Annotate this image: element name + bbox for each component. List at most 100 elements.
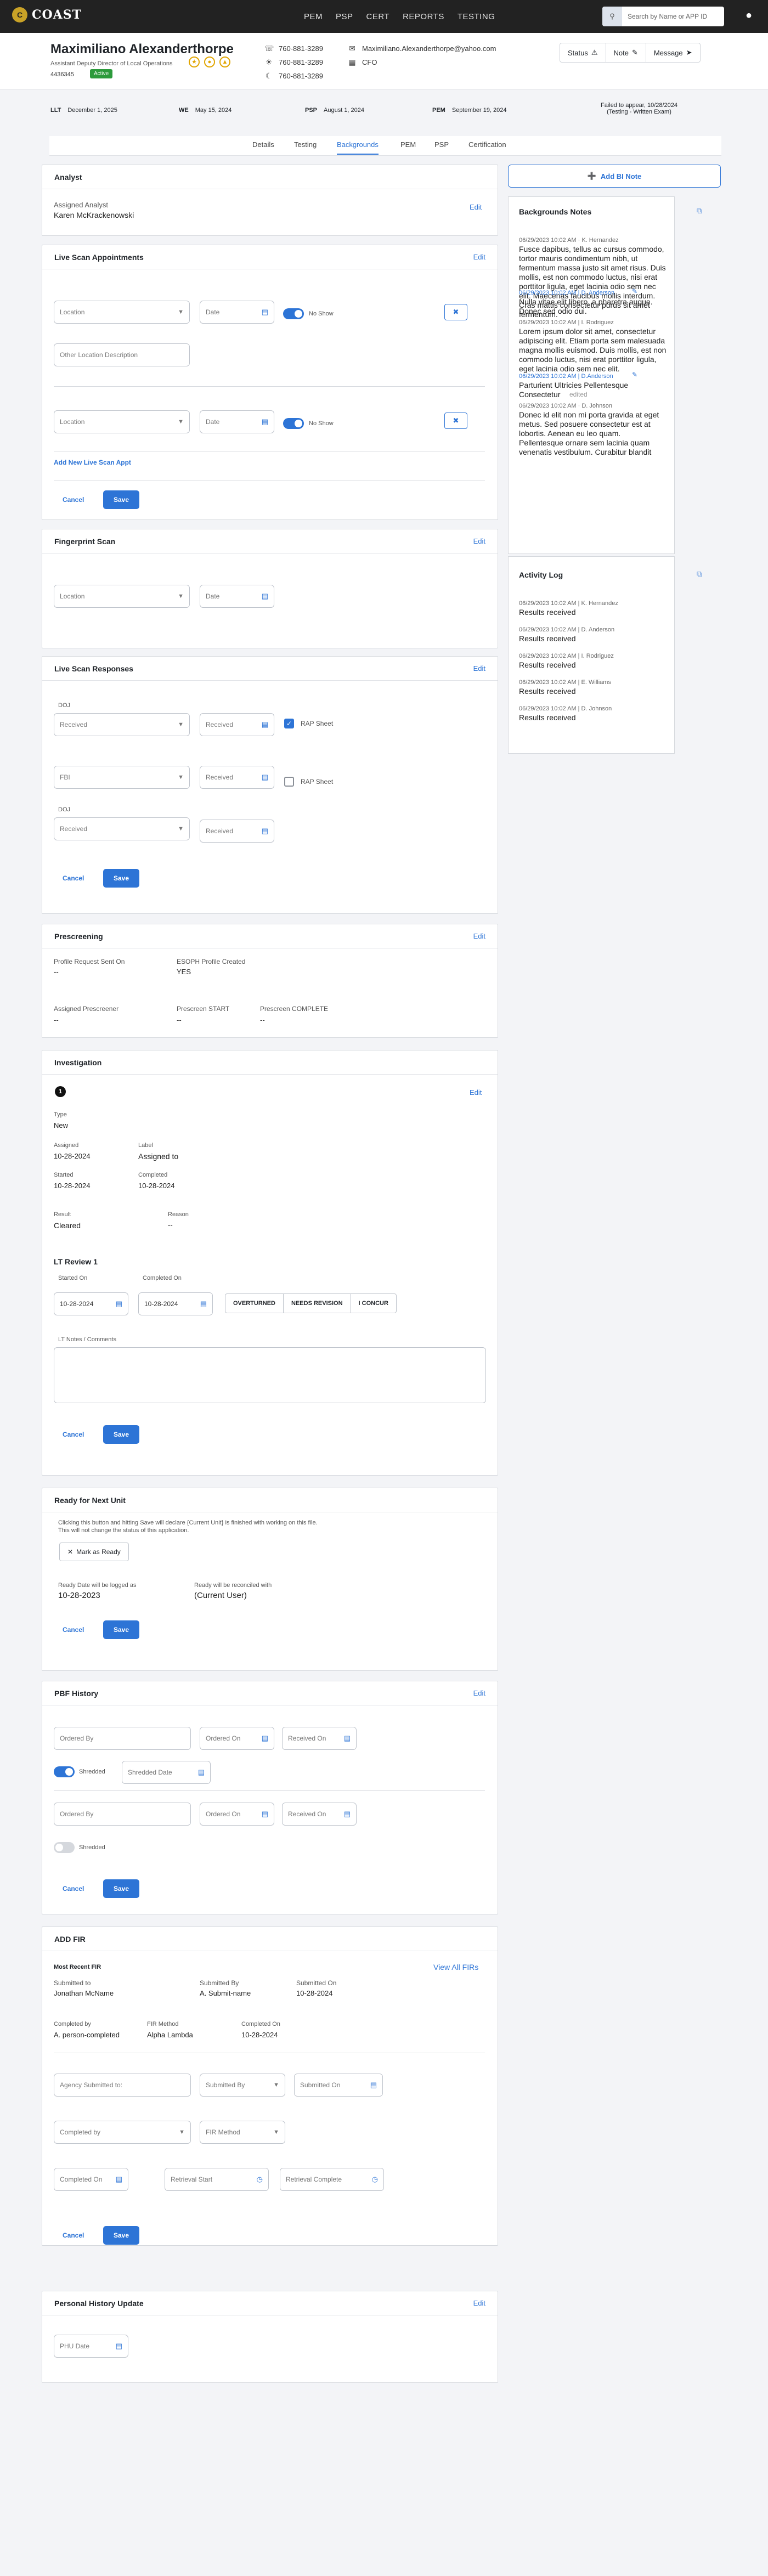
save-button[interactable]: Save xyxy=(103,1425,139,1444)
edit-link[interactable]: Edit xyxy=(473,253,485,261)
save-button[interactable]: Save xyxy=(103,2226,139,2245)
location-select[interactable]: Location ▼ xyxy=(54,585,190,608)
cancel-button[interactable]: Cancel xyxy=(63,1431,84,1438)
tab-certification[interactable]: Certification xyxy=(468,140,506,149)
rap-sheet-checkbox[interactable] xyxy=(284,777,294,787)
edit-link[interactable]: Edit xyxy=(473,932,485,940)
fir-method-select[interactable]: FIR Method ▼ xyxy=(200,2121,285,2144)
shredded-date[interactable]: Shredded Date ▤ xyxy=(122,1761,211,1784)
edit-link[interactable]: Edit xyxy=(473,664,485,673)
email-value[interactable]: Maximiliano.Alexanderthorpe@yahoo.com xyxy=(362,44,496,53)
received-on-date[interactable]: Received On ▤ xyxy=(282,1727,357,1750)
lt-started-date[interactable]: 10-28-2024 ▤ xyxy=(54,1292,128,1315)
submitted-by-select[interactable]: Submitted By ▼ xyxy=(200,2074,285,2097)
rap-sheet-checkbox[interactable]: ✓ xyxy=(284,719,294,728)
shredded-toggle[interactable] xyxy=(54,1842,75,1853)
date-field[interactable]: Date ▤ xyxy=(200,410,274,433)
no-show-toggle[interactable] xyxy=(283,418,304,429)
location-select[interactable]: Location ▼ xyxy=(54,410,190,433)
submitted-on-date[interactable]: Submitted On ▤ xyxy=(294,2074,383,2097)
external-link-icon[interactable]: ⧉ xyxy=(697,569,702,579)
tab-pem[interactable]: PEM xyxy=(400,140,416,149)
cancel-button[interactable]: Cancel xyxy=(63,496,84,504)
investigation-count-badge: 1 xyxy=(55,1086,66,1097)
search-icon[interactable]: ⚲ xyxy=(602,7,622,26)
date-field[interactable]: Received ▤ xyxy=(200,713,274,736)
status-button[interactable]: Status ⚠ xyxy=(560,43,606,62)
save-button[interactable]: Save xyxy=(103,490,139,509)
date-field[interactable]: Date ▤ xyxy=(200,585,274,608)
field-value: 10-28-2024 xyxy=(54,1182,91,1190)
date-field[interactable]: Received ▤ xyxy=(200,820,274,843)
retrieval-start-time[interactable]: Retrieval Start ◷ xyxy=(165,2168,269,2191)
edit-link[interactable]: Edit xyxy=(473,1689,485,1697)
nav-reports[interactable]: REPORTS xyxy=(403,12,444,21)
view-all-firs-link[interactable]: View All FIRs xyxy=(433,1963,478,1971)
chevron-down-icon: ▼ xyxy=(178,419,184,425)
save-button[interactable]: Save xyxy=(103,869,139,888)
other-location-input[interactable]: Other Location Description xyxy=(54,343,190,366)
ordered-on-date[interactable]: Ordered On ▤ xyxy=(200,1803,274,1826)
save-button[interactable]: Save xyxy=(103,1620,139,1639)
logo[interactable]: C COAST xyxy=(12,7,82,22)
shredded-toggle[interactable] xyxy=(54,1766,75,1777)
tab-backgrounds[interactable]: Backgrounds xyxy=(337,140,379,155)
date-field[interactable]: Received ▤ xyxy=(200,766,274,789)
cancel-button[interactable]: Cancel xyxy=(63,1626,84,1634)
phone-number[interactable]: 760-881-3289 xyxy=(279,44,323,53)
external-link-icon[interactable]: ⧉ xyxy=(697,206,702,216)
nav-pem[interactable]: PEM xyxy=(304,12,323,21)
location-select[interactable]: Location ▼ xyxy=(54,301,190,324)
nav-cert[interactable]: CERT xyxy=(366,12,390,21)
ordered-by-input[interactable]: Ordered By xyxy=(54,1803,191,1826)
completed-by-select[interactable]: Completed by ▼ xyxy=(54,2121,191,2144)
tab-testing[interactable]: Testing xyxy=(294,140,317,149)
completed-on-date[interactable]: Completed On ▤ xyxy=(54,2168,128,2191)
nav-psp[interactable]: PSP xyxy=(336,12,353,21)
received-on-date[interactable]: Received On ▤ xyxy=(282,1803,357,1826)
building-icon: ▦ xyxy=(348,58,356,66)
save-button[interactable]: Save xyxy=(103,1879,139,1898)
mark-as-ready-button[interactable]: ✕ Mark as Ready xyxy=(59,1543,129,1561)
note-text: Nulla vitae elit libero, a pharetra augu… xyxy=(519,297,653,315)
search-input[interactable]: Search by Name or APP ID xyxy=(622,13,707,20)
lt-notes-textarea[interactable] xyxy=(54,1347,486,1403)
ordered-by-input[interactable]: Ordered By xyxy=(54,1727,191,1750)
overturned-button[interactable]: OVERTURNED xyxy=(225,1294,284,1313)
doj-select[interactable]: Received ▼ xyxy=(54,817,190,840)
edited-label: edited xyxy=(569,391,588,398)
nav-testing[interactable]: TESTING xyxy=(458,12,495,21)
user-account-icon[interactable]: ● xyxy=(742,9,756,24)
cancel-button[interactable]: Cancel xyxy=(63,2232,84,2239)
lt-completed-date[interactable]: 10-28-2024 ▤ xyxy=(138,1292,213,1315)
phone-number[interactable]: 760-881-3289 xyxy=(279,72,323,80)
retrieval-complete-time[interactable]: Retrieval Complete ◷ xyxy=(280,2168,384,2191)
add-live-scan-appt-link[interactable]: Add New Live Scan Appt xyxy=(54,459,131,466)
tab-details[interactable]: Details xyxy=(252,140,274,149)
trash-icon[interactable]: ✖ xyxy=(444,413,467,429)
cancel-button[interactable]: Cancel xyxy=(63,874,84,882)
edit-link[interactable]: Edit xyxy=(473,537,485,545)
i-concur-button[interactable]: I CONCUR xyxy=(351,1294,396,1313)
date-field[interactable]: Date ▤ xyxy=(200,301,274,324)
edit-analyst-link[interactable]: Edit xyxy=(470,203,482,211)
search-box[interactable]: ⚲ Search by Name or APP ID xyxy=(602,7,724,26)
fbi-select[interactable]: FBI ▼ xyxy=(54,766,190,789)
edit-note-icon[interactable]: ✎ xyxy=(632,371,637,379)
tab-psp[interactable]: PSP xyxy=(434,140,449,149)
edit-link[interactable]: Edit xyxy=(473,2299,485,2307)
cancel-button[interactable]: Cancel xyxy=(63,1885,84,1893)
doj-select[interactable]: Received ▼ xyxy=(54,713,190,736)
note-button[interactable]: Note ✎ xyxy=(606,43,646,62)
phone-number[interactable]: 760-881-3289 xyxy=(279,58,323,66)
needs-revision-button[interactable]: NEEDS REVISION xyxy=(284,1294,351,1313)
edit-note-icon[interactable]: ✎ xyxy=(632,287,637,295)
message-button[interactable]: Message ➤ xyxy=(646,43,700,62)
trash-icon[interactable]: ✖ xyxy=(444,304,467,320)
phu-date[interactable]: PHU Date ▤ xyxy=(54,2335,128,2358)
no-show-toggle[interactable] xyxy=(283,308,304,319)
edit-investigation-link[interactable]: Edit xyxy=(470,1088,482,1097)
ordered-on-date[interactable]: Ordered On ▤ xyxy=(200,1727,274,1750)
add-bi-note-button[interactable]: ➕ Add BI Note xyxy=(508,165,721,188)
agency-submitted-input[interactable]: Agency Submitted to: xyxy=(54,2074,191,2097)
